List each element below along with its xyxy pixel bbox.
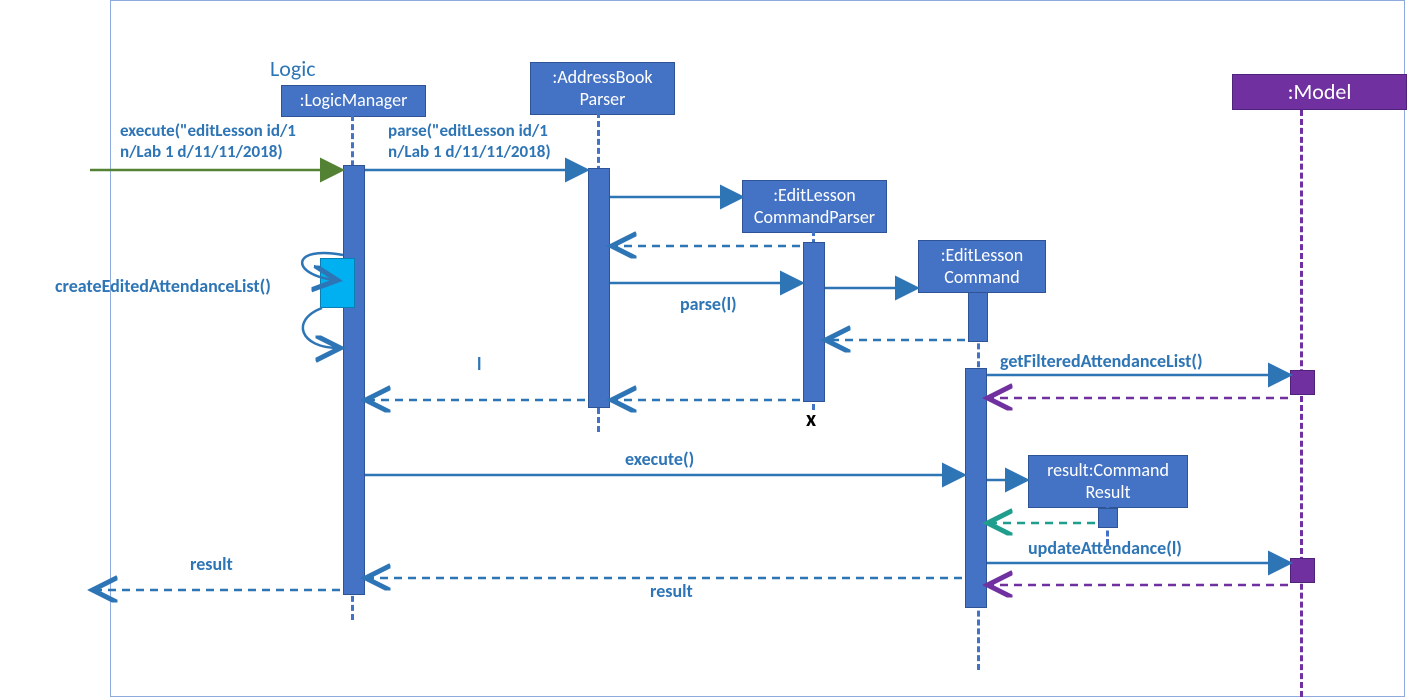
lifeline-model bbox=[1300, 110, 1303, 697]
activation-model-1 bbox=[1290, 370, 1315, 395]
logic-title: Logic bbox=[270, 55, 316, 82]
activation-edit-lesson-command-parser bbox=[803, 242, 825, 402]
participant-edit-lesson-command: :EditLesson Command bbox=[918, 240, 1046, 293]
msg-execute: execute() bbox=[625, 448, 694, 470]
activation-model-2 bbox=[1290, 558, 1315, 583]
activation-addressbook-parser bbox=[588, 168, 610, 408]
activation-cyan-self bbox=[320, 258, 355, 308]
activation-edit-lesson-command-1 bbox=[968, 292, 988, 342]
activation-command-result bbox=[1098, 508, 1118, 528]
msg-result-left: result bbox=[190, 553, 233, 575]
msg-update-attendance: updateAttendance(l) bbox=[1028, 537, 1182, 559]
activation-logic-manager bbox=[343, 165, 365, 595]
participant-edit-lesson-command-parser: :EditLesson CommandParser bbox=[742, 180, 887, 233]
destroy-marker: x bbox=[806, 405, 816, 432]
msg-parse-in: parse("editLesson id/1 n/Lab 1 d/11/11/2… bbox=[388, 120, 551, 162]
msg-parse-l: parse(l) bbox=[680, 293, 737, 315]
activation-edit-lesson-command-2 bbox=[965, 368, 987, 608]
msg-result-mid: result bbox=[650, 580, 693, 602]
msg-execute-in: execute("editLesson id/1 n/Lab 1 d/11/11… bbox=[120, 120, 296, 162]
participant-command-result: result:Command Result bbox=[1028, 455, 1188, 508]
msg-create-edited: createEditedAttendanceList() bbox=[55, 275, 271, 297]
participant-model: :Model bbox=[1232, 74, 1407, 110]
participant-logic-manager: :LogicManager bbox=[281, 85, 426, 117]
msg-get-filtered: getFilteredAttendanceList() bbox=[1000, 350, 1203, 372]
msg-return-l: l bbox=[477, 353, 481, 375]
participant-addressbook-parser: :AddressBook Parser bbox=[530, 62, 675, 115]
